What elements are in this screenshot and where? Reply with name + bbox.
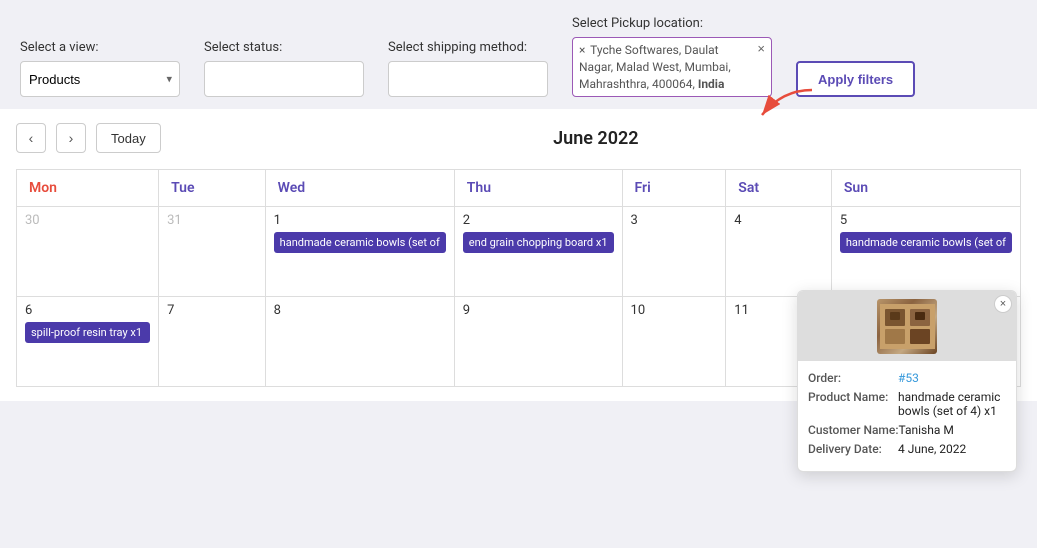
calendar-cell-31: 31 xyxy=(159,207,266,297)
product-name-label: Product Name: xyxy=(808,390,898,418)
view-label: Select a view: xyxy=(20,40,180,55)
pickup-location-text: Tyche Softwares, Daulat Nagar, Malad Wes… xyxy=(579,43,731,91)
event-pill[interactable]: handmade ceramic bowls (set of xyxy=(840,232,1012,253)
status-label: Select status: xyxy=(204,40,364,55)
calendar-cell-3: 3 xyxy=(622,207,726,297)
view-select[interactable]: Products xyxy=(20,61,180,97)
calendar-cell-5: 5 handmade ceramic bowls (set of xyxy=(831,207,1020,297)
cell-date: 31 xyxy=(167,213,257,228)
cell-date: 30 xyxy=(25,213,150,228)
day-header-wed: Wed xyxy=(265,170,454,207)
filters-section: Select a view: Products ▾ Select status:… xyxy=(0,0,1037,109)
popup-product-row: Product Name: handmade ceramic bowls (se… xyxy=(808,390,1006,418)
day-header-tue: Tue xyxy=(159,170,266,207)
popup-customer-row: Customer Name: Tanisha M xyxy=(808,423,1006,437)
day-header-thu: Thu xyxy=(454,170,622,207)
order-label: Order: xyxy=(808,371,898,385)
cell-date: 1 xyxy=(274,213,446,228)
popup-close-button[interactable]: × xyxy=(994,295,1012,313)
pickup-close-button[interactable]: × xyxy=(755,42,767,55)
pickup-remove-icon[interactable]: × xyxy=(579,43,585,57)
order-value[interactable]: #53 xyxy=(898,371,1006,385)
order-popup-card: × Order: #53 Product Name: handmade cera… xyxy=(797,290,1017,472)
page-wrapper: Select a view: Products ▾ Select status:… xyxy=(0,0,1037,548)
cell-date: 10 xyxy=(631,303,718,318)
apply-filter-group: Apply filters xyxy=(796,61,915,97)
status-filter-group: Select status: xyxy=(204,40,364,97)
day-header-sun: Sun xyxy=(831,170,1020,207)
calendar-cell-7: 7 xyxy=(159,297,266,387)
view-select-wrapper[interactable]: Products ▾ xyxy=(20,61,180,97)
delivery-label: Delivery Date: xyxy=(808,442,898,456)
customer-value: Tanisha M xyxy=(898,423,1006,437)
delivery-value: 4 June, 2022 xyxy=(898,442,1006,456)
calendar-header-row: Mon Tue Wed Thu Fri Sat Sun xyxy=(17,170,1021,207)
month-title: June 2022 xyxy=(171,128,1021,149)
cell-date: 6 xyxy=(25,303,150,318)
day-header-fri: Fri xyxy=(622,170,726,207)
calendar-cell-30: 30 xyxy=(17,207,159,297)
cell-date: 9 xyxy=(463,303,614,318)
popup-product-image: × xyxy=(798,291,1016,361)
event-pill[interactable]: handmade ceramic bowls (set of xyxy=(274,232,446,253)
product-thumbnail xyxy=(877,299,937,354)
view-filter-group: Select a view: Products ▾ xyxy=(20,40,180,97)
day-header-sat: Sat xyxy=(726,170,832,207)
calendar-cell-10: 10 xyxy=(622,297,726,387)
calendar-cell-8: 8 xyxy=(265,297,454,387)
pickup-location-content: × Tyche Softwares, Daulat Nagar, Malad W… xyxy=(579,42,747,92)
popup-body: Order: #53 Product Name: handmade cerami… xyxy=(798,361,1016,471)
cell-date: 5 xyxy=(840,213,1012,228)
today-button[interactable]: Today xyxy=(96,123,161,153)
cell-date: 3 xyxy=(631,213,718,228)
event-pill[interactable]: end grain chopping board x1 xyxy=(463,232,614,253)
calendar-cell-2: 2 end grain chopping board x1 xyxy=(454,207,622,297)
shipping-input[interactable] xyxy=(388,61,548,97)
calendar-cell-6: 6 spill-proof resin tray x1 xyxy=(17,297,159,387)
apply-filters-button[interactable]: Apply filters xyxy=(796,61,915,97)
event-pill[interactable]: spill-proof resin tray x1 xyxy=(25,322,150,343)
shipping-filter-group: Select shipping method: xyxy=(388,40,548,97)
calendar-cell-1: 1 handmade ceramic bowls (set of xyxy=(265,207,454,297)
calendar-header: ‹ › Today June 2022 xyxy=(16,123,1021,153)
customer-label: Customer Name: xyxy=(808,423,898,437)
cell-date: 2 xyxy=(463,213,614,228)
calendar-cell-4: 4 xyxy=(726,207,832,297)
prev-month-button[interactable]: ‹ xyxy=(16,123,46,153)
product-name-value: handmade ceramic bowls (set of 4) x1 xyxy=(898,390,1006,418)
shipping-label: Select shipping method: xyxy=(388,40,548,55)
filters-row: Select a view: Products ▾ Select status:… xyxy=(20,16,1017,97)
pickup-label: Select Pickup location: xyxy=(572,16,772,31)
popup-order-row: Order: #53 xyxy=(808,371,1006,385)
popup-delivery-row: Delivery Date: 4 June, 2022 xyxy=(808,442,1006,456)
next-month-button[interactable]: › xyxy=(56,123,86,153)
status-input[interactable] xyxy=(204,61,364,97)
day-header-mon: Mon xyxy=(17,170,159,207)
pickup-filter-group: Select Pickup location: × Tyche Software… xyxy=(572,16,772,97)
cell-date: 8 xyxy=(274,303,446,318)
cell-date: 4 xyxy=(734,213,823,228)
calendar-cell-9: 9 xyxy=(454,297,622,387)
cell-date: 7 xyxy=(167,303,257,318)
table-row: 30 31 1 handmade ceramic bowls (set of 2… xyxy=(17,207,1021,297)
pickup-location-box[interactable]: × Tyche Softwares, Daulat Nagar, Malad W… xyxy=(572,37,772,97)
